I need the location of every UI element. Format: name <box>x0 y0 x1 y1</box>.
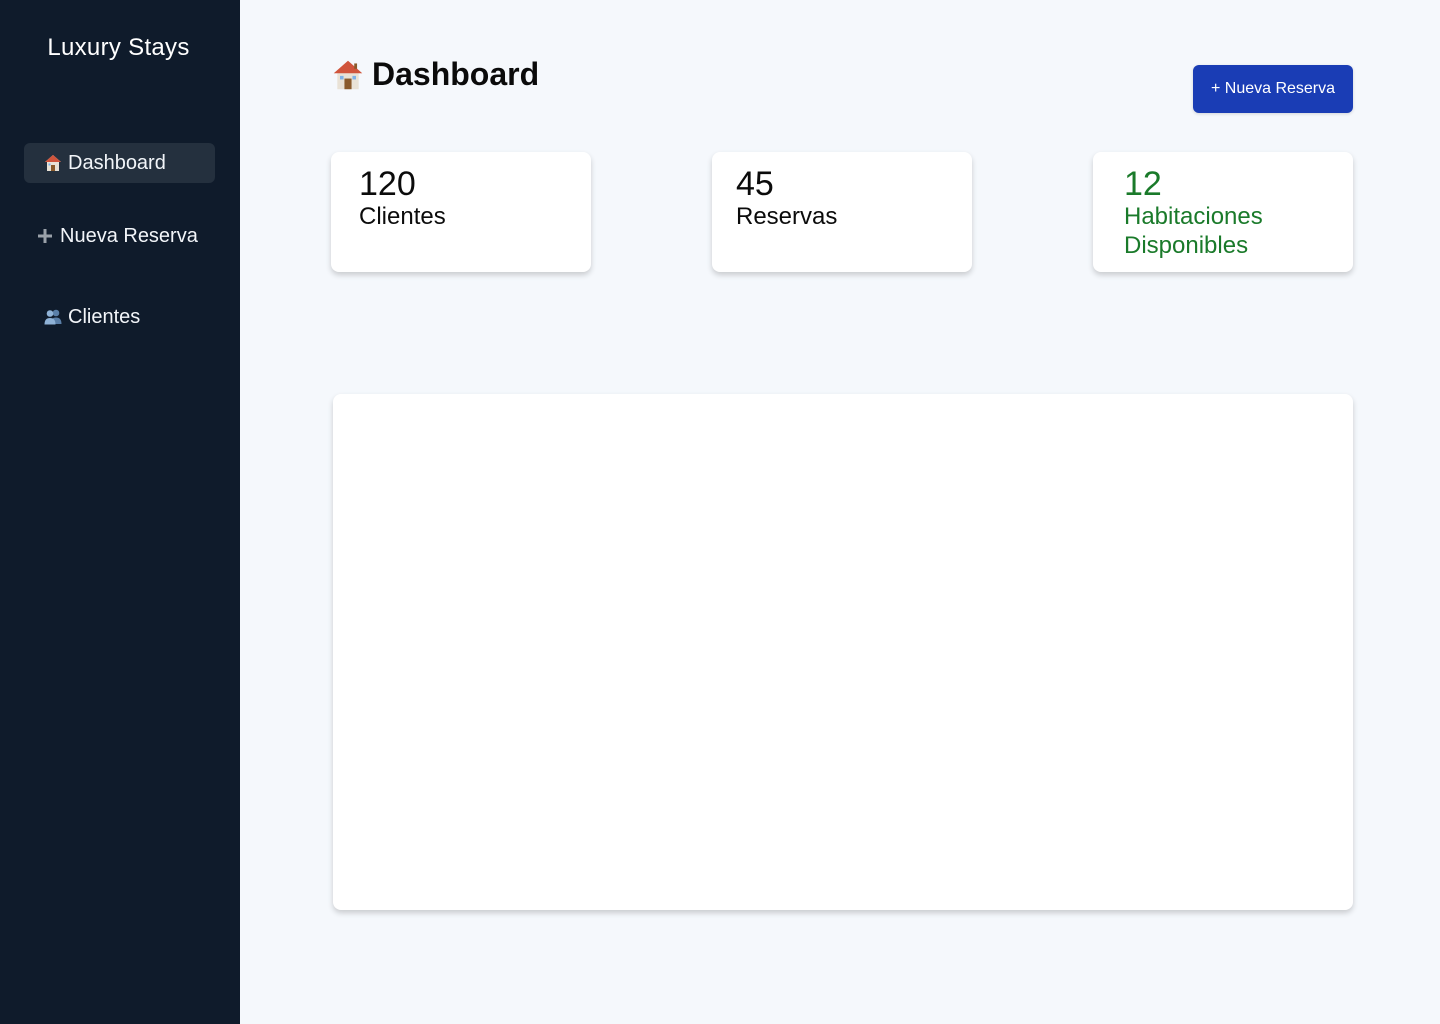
stat-card-clientes: 120 Clientes <box>331 152 591 272</box>
content-panel <box>333 394 1353 910</box>
page-title-text: Dashboard <box>372 56 540 92</box>
sidebar-item-label: Nueva Reserva <box>60 224 198 247</box>
brand-name: Luxury Stays <box>47 34 190 61</box>
sidebar-item-nueva-reserva[interactable]: Nueva Reserva <box>24 216 215 256</box>
stat-value: 45 <box>736 165 774 203</box>
sidebar-item-clientes[interactable]: Clientes <box>24 297 215 337</box>
stat-value: 120 <box>359 165 416 203</box>
house-icon <box>332 59 364 91</box>
sidebar-item-label: Dashboard <box>68 151 166 174</box>
people-icon <box>42 306 64 328</box>
stat-value: 12 <box>1124 165 1162 203</box>
plus-icon <box>34 225 56 247</box>
sidebar: Luxury Stays Dashboard Nueva Reserva Cli… <box>0 0 240 1024</box>
sidebar-item-dashboard[interactable]: Dashboard <box>24 143 215 183</box>
stat-card-reservas: 45 Reservas <box>712 152 972 272</box>
sidebar-item-label: Clientes <box>68 305 141 328</box>
new-reservation-button[interactable]: + Nueva Reserva <box>1193 65 1353 113</box>
stat-label: Reservas <box>736 203 838 230</box>
page-title: Dashboard <box>332 56 539 93</box>
house-icon <box>42 152 64 174</box>
stat-label: Clientes <box>359 203 446 230</box>
stat-card-habitaciones: 12 Habitaciones Disponibles <box>1093 152 1353 272</box>
main-content: Dashboard + Nueva Reserva 120 Clientes 4… <box>240 0 1440 1024</box>
stat-label: Habitaciones Disponibles <box>1124 203 1263 259</box>
app-root: Luxury Stays Dashboard Nueva Reserva Cli… <box>0 0 1440 1024</box>
